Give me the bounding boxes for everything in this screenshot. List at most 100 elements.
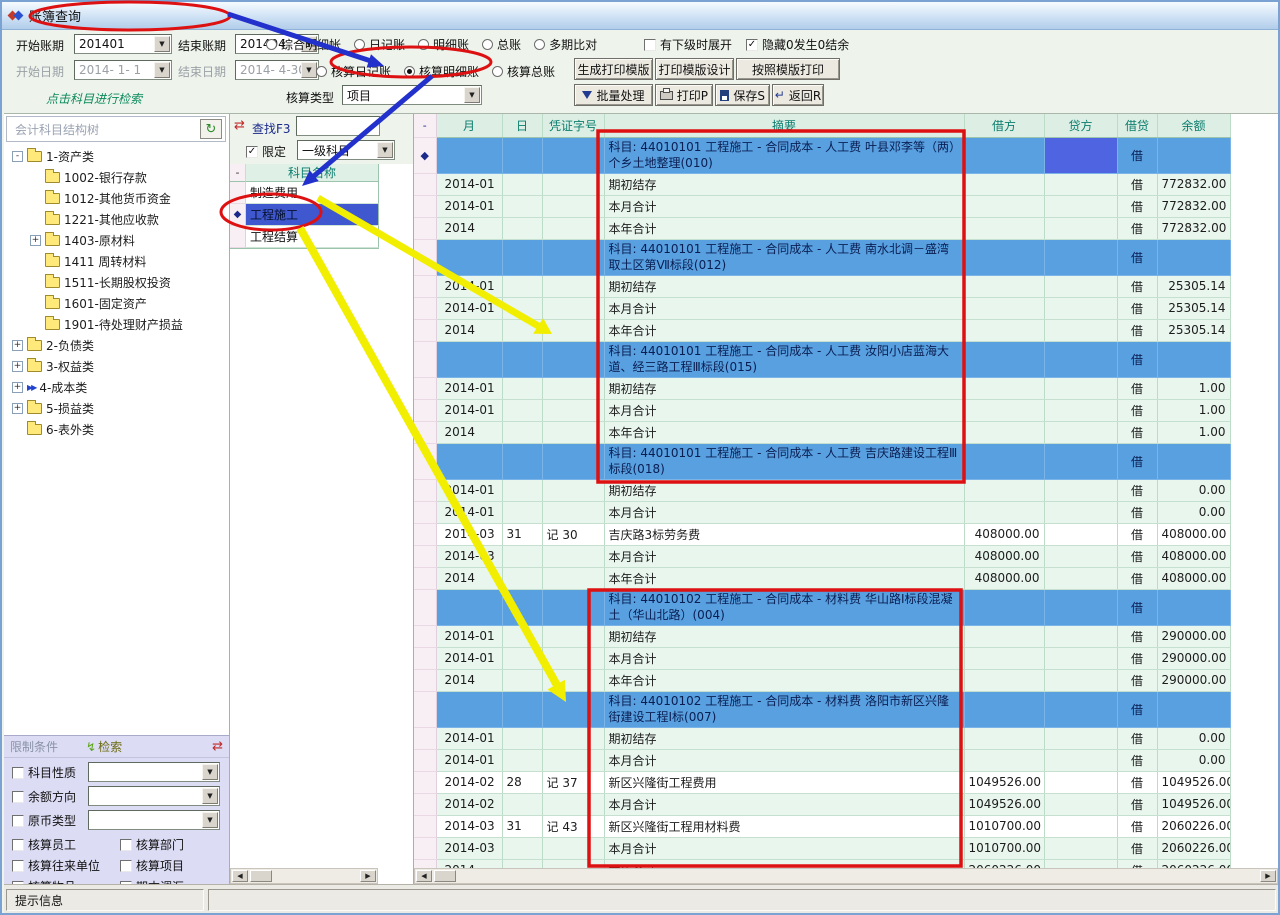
scroll-right-icon[interactable]: ▶ [1260, 870, 1276, 882]
credit-cell[interactable] [1044, 239, 1117, 275]
row-marker-cell[interactable] [414, 297, 436, 319]
day-cell[interactable] [502, 691, 542, 727]
filter-combo-1[interactable]: ▼ [88, 786, 220, 806]
scroll-left-icon[interactable]: ◀ [232, 870, 248, 882]
debit-cell[interactable]: 408000.00 [964, 523, 1044, 545]
expand-icon[interactable]: + [30, 235, 41, 246]
month-cell[interactable]: 2014-01 [436, 173, 502, 195]
balance-cell[interactable]: 408000.00 [1157, 567, 1230, 589]
balance-cell[interactable]: 1.00 [1157, 399, 1230, 421]
credit-cell[interactable] [1044, 217, 1117, 239]
balance-cell[interactable]: 25305.14 [1157, 319, 1230, 341]
month-cell[interactable]: 2014-01 [436, 275, 502, 297]
summary-cell[interactable]: 科目: 44010101 工程施工 - 合同成本 - 人工费 吉庆路建设工程Ⅲ标… [604, 443, 964, 479]
summary-cell[interactable]: 本月合计 [604, 749, 964, 771]
dc-indicator-cell[interactable]: 借 [1117, 275, 1157, 297]
debit-cell[interactable] [964, 647, 1044, 669]
chevron-down-icon[interactable]: ▼ [154, 36, 170, 52]
summary-cell[interactable]: 期初结存 [604, 727, 964, 749]
credit-cell[interactable] [1044, 319, 1117, 341]
balance-cell[interactable] [1157, 443, 1230, 479]
dc-indicator-cell[interactable]: 借 [1117, 217, 1157, 239]
day-cell[interactable] [502, 479, 542, 501]
balance-cell[interactable] [1157, 137, 1230, 173]
debit-cell[interactable]: 1010700.00 [964, 837, 1044, 859]
voucher-no-cell[interactable] [542, 421, 604, 443]
dc-indicator-cell[interactable]: 借 [1117, 239, 1157, 275]
radio-book-type-1[interactable]: 日记账 [354, 36, 405, 53]
summary-cell[interactable]: 新区兴隆街工程费用 [604, 771, 964, 793]
debit-cell[interactable]: 1049526.00 [964, 771, 1044, 793]
debit-cell[interactable] [964, 217, 1044, 239]
dc-indicator-cell[interactable]: 借 [1117, 173, 1157, 195]
debit-cell[interactable] [964, 421, 1044, 443]
table-row-14[interactable]: 2014-01本月合计借0.00 [414, 501, 1230, 523]
balance-cell[interactable]: 1049526.00 [1157, 793, 1230, 815]
summary-cell[interactable]: 吉庆路3标劳务费 [604, 523, 964, 545]
dc-indicator-cell[interactable]: 借 [1117, 377, 1157, 399]
voucher-no-cell[interactable] [542, 837, 604, 859]
table-row-29[interactable]: 2014本年合计2060226.00借2060226.00 [414, 859, 1230, 868]
table-row-3[interactable]: 2014本年合计借772832.00 [414, 217, 1230, 239]
row-marker-cell[interactable] [414, 771, 436, 793]
voucher-no-cell[interactable] [542, 479, 604, 501]
month-cell[interactable]: 2014-03 [436, 815, 502, 837]
day-cell[interactable]: 31 [502, 815, 542, 837]
dc-indicator-cell[interactable]: 借 [1117, 523, 1157, 545]
table-row-18[interactable]: 科目: 44010102 工程施工 - 合同成本 - 材料费 华山路Ⅰ标段混凝土… [414, 589, 1230, 625]
voucher-no-cell[interactable] [542, 297, 604, 319]
expand-icon[interactable]: + [12, 361, 23, 372]
voucher-no-cell[interactable] [542, 399, 604, 421]
month-cell[interactable]: 2014-03 [436, 523, 502, 545]
day-cell[interactable] [502, 793, 542, 815]
balance-cell[interactable] [1157, 239, 1230, 275]
limit-checkbox[interactable]: 限定 [246, 143, 286, 160]
table-row-11[interactable]: 2014本年合计借1.00 [414, 421, 1230, 443]
start-date-combo[interactable]: 2014- 1- 1 ▼ [74, 60, 172, 80]
credit-cell[interactable] [1044, 669, 1117, 691]
month-cell[interactable]: 2014-01 [436, 749, 502, 771]
tree-item-12[interactable]: +5-损益类 [8, 398, 226, 419]
credit-cell[interactable] [1044, 567, 1117, 589]
tree-item-9[interactable]: +2-负债类 [8, 335, 226, 356]
credit-cell[interactable] [1044, 195, 1117, 217]
debit-cell[interactable]: 2060226.00 [964, 859, 1044, 868]
refresh-button[interactable]: ↻ [200, 119, 222, 139]
summary-cell[interactable]: 期初结存 [604, 377, 964, 399]
day-cell[interactable] [502, 647, 542, 669]
dc-indicator-cell[interactable]: 借 [1117, 479, 1157, 501]
chevron-down-icon[interactable]: ▼ [202, 812, 218, 828]
balance-cell[interactable]: 2060226.00 [1157, 859, 1230, 868]
batch-process-button[interactable]: 批量处理 [574, 84, 653, 106]
day-cell[interactable] [502, 137, 542, 173]
voucher-no-cell[interactable] [542, 727, 604, 749]
table-row-17[interactable]: 2014本年合计408000.00借408000.00 [414, 567, 1230, 589]
day-cell[interactable] [502, 669, 542, 691]
month-cell[interactable]: 2014-01 [436, 195, 502, 217]
day-cell[interactable] [502, 859, 542, 868]
tree-item-13[interactable]: 6-表外类 [8, 419, 226, 440]
chevron-down-icon[interactable]: ▼ [377, 142, 393, 158]
voucher-no-cell[interactable] [542, 195, 604, 217]
day-cell[interactable] [502, 545, 542, 567]
row-marker-cell[interactable] [414, 195, 436, 217]
balance-cell[interactable]: 25305.14 [1157, 275, 1230, 297]
voucher-no-cell[interactable] [542, 545, 604, 567]
summary-cell[interactable]: 期初结存 [604, 625, 964, 647]
month-cell[interactable]: 2014-03 [436, 837, 502, 859]
month-cell[interactable]: 2014-01 [436, 625, 502, 647]
table-row-12[interactable]: 科目: 44010101 工程施工 - 合同成本 - 人工费 吉庆路建设工程Ⅲ标… [414, 443, 1230, 479]
checkbox-icon[interactable] [12, 767, 24, 779]
subject-level-combo[interactable]: 一级科目 ▼ [297, 140, 395, 160]
row-marker-cell[interactable] [414, 567, 436, 589]
month-cell[interactable] [436, 137, 502, 173]
summary-cell[interactable]: 科目: 44010101 工程施工 - 合同成本 - 人工费 汝阳小店蓝海大道、… [604, 341, 964, 377]
expand-icon[interactable]: + [12, 340, 23, 351]
save-button[interactable]: 保存S [715, 84, 770, 106]
day-cell[interactable] [502, 749, 542, 771]
month-cell[interactable]: 2014 [436, 669, 502, 691]
balance-cell[interactable]: 1049526.00 [1157, 771, 1230, 793]
month-cell[interactable] [436, 239, 502, 275]
month-cell[interactable] [436, 341, 502, 377]
credit-cell[interactable] [1044, 479, 1117, 501]
